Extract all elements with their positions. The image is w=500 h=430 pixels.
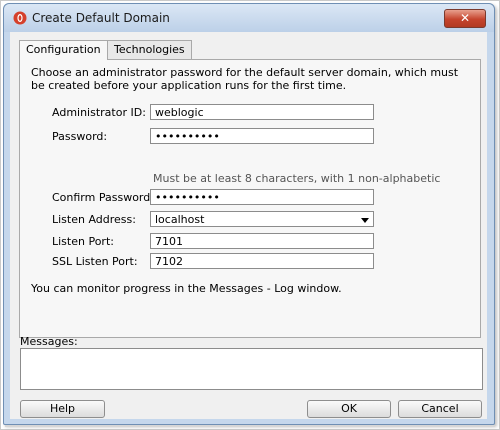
listen-address-value: localhost	[155, 213, 205, 226]
configuration-panel: Choose an administrator password for the…	[19, 59, 481, 338]
password-label: Password:	[52, 130, 108, 143]
tab-technologies-label: Technologies	[114, 43, 185, 56]
window-shadow	[5, 425, 495, 427]
admin-id-label: Administrator ID:	[52, 106, 146, 119]
messages-label: Messages:	[20, 335, 78, 348]
listen-port-field[interactable]: 7101	[150, 233, 374, 249]
confirm-password-label: Confirm Password:	[52, 191, 154, 204]
monitor-text: You can monitor progress in the Messages…	[31, 282, 342, 295]
ok-button[interactable]: OK	[307, 400, 391, 418]
window-title: Create Default Domain	[32, 11, 170, 25]
tab-technologies[interactable]: Technologies	[107, 40, 192, 59]
confirm-password-field[interactable]: ••••••••••	[150, 189, 374, 205]
password-hint: Must be at least 8 characters, with 1 no…	[153, 172, 441, 185]
help-button[interactable]: Help	[20, 400, 105, 418]
chevron-down-icon	[361, 218, 369, 223]
password-field[interactable]: ••••••••••	[150, 128, 374, 144]
admin-id-field[interactable]: weblogic	[150, 104, 374, 120]
listen-address-select[interactable]: localhost	[150, 211, 374, 227]
tab-configuration[interactable]: Configuration	[19, 40, 108, 60]
ssl-listen-port-label: SSL Listen Port:	[52, 255, 138, 268]
dialog-body: Configuration Technologies Choose an adm…	[10, 32, 487, 419]
dialog-window: Create Default Domain ✕ Configuration Te…	[3, 3, 495, 425]
tab-configuration-label: Configuration	[26, 43, 101, 56]
listen-address-label: Listen Address:	[52, 213, 136, 226]
messages-area[interactable]	[20, 348, 483, 390]
jdeveloper-app-icon	[13, 11, 27, 25]
screenshot-frame: Create Default Domain ✕ Configuration Te…	[0, 0, 500, 430]
close-icon: ✕	[459, 11, 471, 25]
intro-text: Choose an administrator password for the…	[31, 66, 459, 92]
ssl-listen-port-field[interactable]: 7102	[150, 253, 374, 269]
close-button[interactable]: ✕	[444, 9, 486, 28]
title-bar: Create Default Domain ✕	[4, 4, 494, 32]
cancel-button[interactable]: Cancel	[398, 400, 482, 418]
listen-port-label: Listen Port:	[52, 235, 114, 248]
